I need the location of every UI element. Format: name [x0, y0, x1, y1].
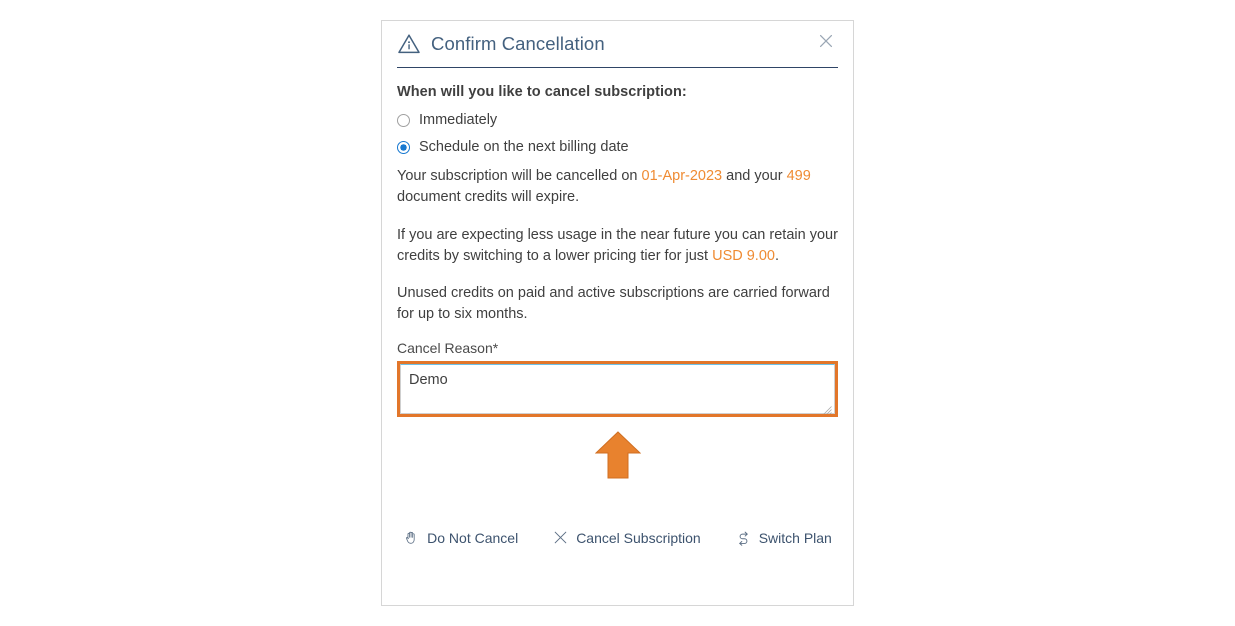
cancellation-date: 01-Apr-2023 — [641, 168, 723, 184]
credits-count: 499 — [786, 168, 811, 184]
do-not-cancel-button[interactable]: Do Not Cancel — [403, 529, 518, 546]
confirm-cancellation-dialog: Confirm Cancellation When will you like … — [381, 20, 854, 606]
dialog-header: Confirm Cancellation — [397, 21, 838, 68]
close-icon[interactable] — [814, 29, 838, 53]
do-not-cancel-label: Do Not Cancel — [427, 529, 519, 546]
lower-tier-price: USD 9.00 — [712, 247, 775, 264]
switch-plan-label: Switch Plan — [758, 529, 832, 546]
cancel-reason-label: Cancel Reason* — [397, 340, 499, 356]
close-x-icon — [552, 529, 569, 546]
radio-schedule-mark[interactable] — [397, 140, 410, 154]
hand-stop-icon — [403, 529, 420, 546]
warning-triangle-info-icon — [397, 32, 421, 56]
orange-up-arrow-pointer — [594, 431, 642, 479]
cancel-subscription-button[interactable]: Cancel Subscription — [552, 529, 701, 546]
cancellation-notice-text: Your subscription will be cancelled on 0… — [397, 166, 838, 207]
cancel-subscription-label: Cancel Subscription — [576, 529, 701, 546]
retain-credits-offer-text: If you are expecting less usage in the n… — [397, 225, 838, 266]
radio-schedule-label: Schedule on the next billing date — [419, 139, 629, 155]
cancel-reason-field-group — [397, 361, 838, 417]
switch-plan-button[interactable]: Switch Plan — [735, 529, 832, 546]
carry-forward-text: Unused credits on paid and active subscr… — [397, 285, 830, 322]
radio-option-schedule-next-billing[interactable]: Schedule on the next billing date — [397, 139, 838, 155]
dialog-body: When will you like to cancel subscriptio… — [382, 68, 853, 417]
notice-part1: Your subscription will be cancelled on — [397, 168, 642, 184]
radio-immediately-mark[interactable] — [397, 113, 410, 127]
dialog-footer-actions: Do Not Cancel Cancel Subscription Switch… — [382, 529, 853, 546]
cancel-timing-question: When will you like to cancel subscriptio… — [397, 84, 687, 100]
offer-part2: . — [774, 247, 779, 264]
swap-arrows-icon — [735, 529, 752, 546]
screenshot-root: Confirm Cancellation When will you like … — [0, 0, 1235, 626]
dialog-title: Confirm Cancellation — [431, 33, 605, 54]
radio-immediately-label: Immediately — [419, 112, 498, 128]
textarea-focus-line — [397, 361, 838, 363]
radio-option-immediately[interactable]: Immediately — [397, 112, 838, 128]
notice-part3: document credits will expire. — [397, 188, 580, 205]
notice-part2: and your — [722, 168, 787, 184]
cancel-reason-input[interactable] — [400, 364, 835, 414]
